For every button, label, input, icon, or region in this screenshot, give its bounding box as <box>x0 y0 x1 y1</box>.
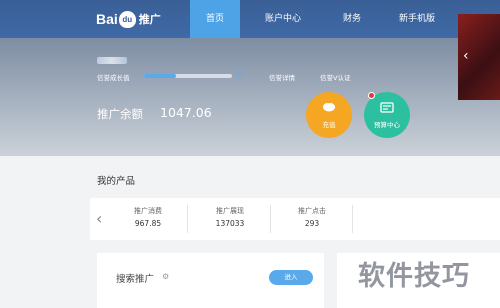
metric-impressions-label: 推广展现 <box>216 207 244 215</box>
credit-verify-link[interactable]: 信誉V认证 <box>320 72 350 82</box>
logo-text: Bai <box>96 11 118 27</box>
metric-divider <box>187 205 188 233</box>
metric-spend-value: 967.85 <box>134 219 162 228</box>
tab-home[interactable]: 首页 <box>190 0 240 38</box>
budget-center-label: 预算中心 <box>374 120 400 129</box>
metric-clicks: 推广点击 293 <box>277 206 347 228</box>
tab-mobile-version[interactable]: 新手机版 <box>392 0 442 38</box>
metric-impressions-value: 137033 <box>215 219 245 228</box>
balance-value: 1047.06 <box>160 105 212 120</box>
recharge-label: 充值 <box>322 121 336 129</box>
metric-spend-label: 推广消费 <box>134 207 162 215</box>
metrics-prev-arrow[interactable]: ‹ <box>96 209 102 228</box>
watermark-text: 软件技巧 <box>358 261 470 292</box>
settings-gear-icon[interactable]: ⚙ <box>162 272 169 281</box>
credit-detail-link[interactable]: 信誉详情 <box>269 72 295 82</box>
growth-label: 信誉成长值 <box>97 74 130 82</box>
top-nav-bar: Bai du 推广 首页 账户中心 财务 新手机版 <box>0 0 500 38</box>
enter-button[interactable]: 进入 <box>269 270 313 285</box>
budget-card-icon <box>380 101 394 117</box>
recharge-button[interactable]: 充值 <box>306 92 352 138</box>
blurred-username <box>97 57 127 64</box>
baidu-promotion-logo[interactable]: Bai du 推广 <box>96 8 161 30</box>
account-summary-banner <box>0 38 500 156</box>
my-products-title: 我的产品 <box>97 176 136 187</box>
growth-value: 27 <box>236 71 245 79</box>
metric-spend: 推广消费 967.85 <box>113 206 183 228</box>
notification-dot <box>368 92 375 99</box>
piggy-bank-icon <box>322 101 336 117</box>
metric-divider <box>270 205 271 233</box>
growth-progress-fill <box>144 74 176 78</box>
balance-label: 推广余额 <box>97 107 143 121</box>
search-promotion-title: 搜索推广 <box>116 274 155 285</box>
metric-divider <box>352 205 353 233</box>
tab-account-center[interactable]: 账户中心 <box>258 0 308 38</box>
logo-suffix: 推广 <box>138 14 161 26</box>
growth-progress-bar <box>144 74 232 78</box>
metric-impressions: 推广展现 137033 <box>195 206 265 228</box>
carousel-prev-arrow[interactable]: ‹ <box>463 48 469 64</box>
tab-finance[interactable]: 财务 <box>332 0 372 38</box>
paw-icon: du <box>118 10 136 28</box>
metric-clicks-label: 推广点击 <box>298 207 326 215</box>
metric-clicks-value: 293 <box>304 219 320 228</box>
